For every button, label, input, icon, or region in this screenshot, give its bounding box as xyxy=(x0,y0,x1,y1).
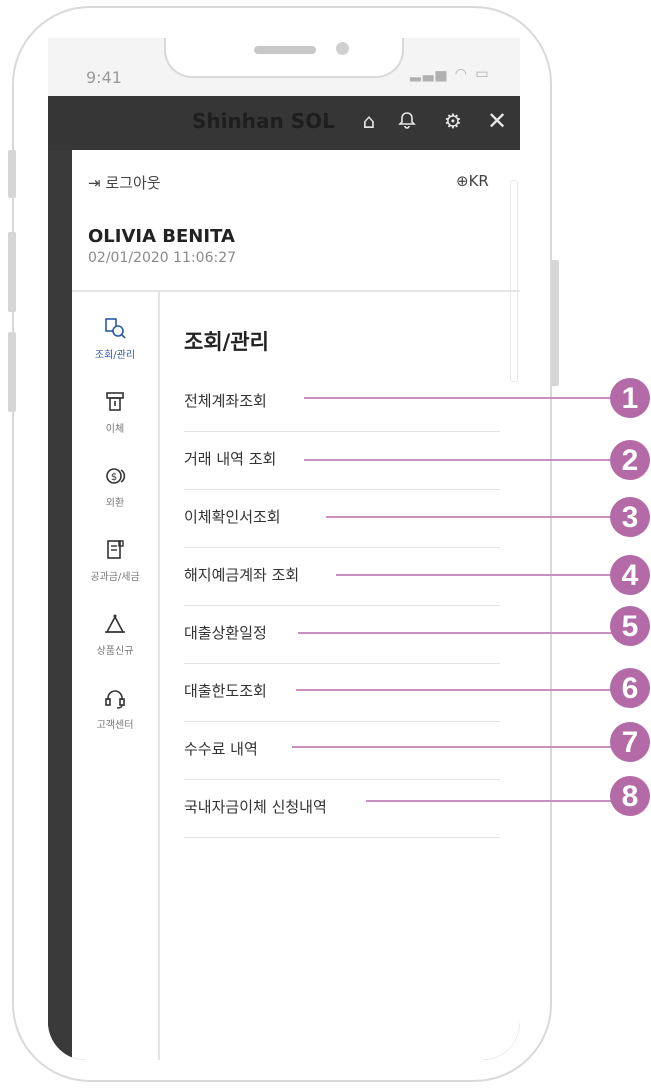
bell-icon[interactable] xyxy=(396,110,418,132)
menu-item-closed-accounts[interactable]: 해지예금계좌 조회 xyxy=(184,548,500,606)
callout-badge: 4 xyxy=(610,555,650,595)
signal-wifi-battery-icon: ▂▃▅ ◠ ▭ xyxy=(410,66,491,82)
callout-line xyxy=(336,574,616,576)
background-overlay xyxy=(48,150,72,1060)
language-label: KR xyxy=(468,172,489,190)
menu-item-label: 대출상환일정 xyxy=(184,624,267,642)
nav-label: 외환 xyxy=(105,498,125,509)
callout-line xyxy=(304,459,616,461)
submenu: 조회/관리 전체계좌조회 거래 내역 조회 이체확인서조회 해지예금계좌 조회 … xyxy=(160,292,520,1060)
nav-label: 이체 xyxy=(105,424,125,435)
callout-line xyxy=(298,632,616,634)
callout-line xyxy=(304,397,616,399)
callout-badge: 1 xyxy=(610,378,650,418)
volume-down-button xyxy=(8,332,16,412)
notch xyxy=(164,38,404,78)
nav-label: 상품신규 xyxy=(96,646,134,657)
headset-icon xyxy=(72,686,158,714)
menu-item-transfer-confirmation[interactable]: 이체확인서조회 xyxy=(184,490,500,548)
callout-line xyxy=(326,516,616,518)
volume-up-button xyxy=(8,232,16,312)
brand-name: Shinhan xyxy=(192,109,284,133)
speaker xyxy=(254,46,316,54)
brand-suffix: SOL xyxy=(290,109,335,133)
callout-badge: 2 xyxy=(610,440,650,480)
nav-label: 조회/관리 xyxy=(94,350,136,361)
nav-item-transfer[interactable]: 이체 xyxy=(72,390,158,435)
menu-item-label: 해지예금계좌 조회 xyxy=(184,566,300,584)
search-doc-icon xyxy=(72,316,158,344)
menu-item-label: 전체계좌조회 xyxy=(184,392,267,410)
nav-item-bills[interactable]: 공과금/세금 xyxy=(72,538,158,583)
phone-screen: 9:41 ▂▃▅ ◠ ▭ Shinhan SOL ⌂ ⚙ ✕ ⇥ 로그아웃 ⊕K… xyxy=(48,38,520,1060)
svg-text:$: $ xyxy=(111,472,117,483)
power-button xyxy=(551,260,559,386)
menu-item-label: 국내자금이체 신청내역 xyxy=(184,798,327,816)
callout-line xyxy=(296,689,616,691)
bag-icon xyxy=(72,612,158,640)
close-icon[interactable]: ✕ xyxy=(486,109,508,133)
callout-badge: 6 xyxy=(610,668,650,708)
menu-item-fee-history[interactable]: 수수료 내역 xyxy=(184,722,500,780)
side-drawer: ⇥ 로그아웃 ⊕KR OLIVIA BENITA 02/01/2020 11:0… xyxy=(72,150,520,1060)
callout-badge: 7 xyxy=(610,722,650,762)
nav-item-products[interactable]: 상품신규 xyxy=(72,612,158,657)
gear-icon[interactable]: ⚙ xyxy=(442,110,464,132)
logout-icon: ⇥ xyxy=(88,174,101,192)
callout-badge: 8 xyxy=(610,776,650,816)
status-bar: 9:41 ▂▃▅ ◠ ▭ xyxy=(48,38,520,96)
menu-item-domestic-transfer-requests[interactable]: 국내자금이체 신청내역 xyxy=(184,780,500,838)
menu-item-loan-schedule[interactable]: 대출상환일정 xyxy=(184,606,500,664)
home-icon[interactable]: ⌂ xyxy=(358,110,380,132)
menu-item-label: 대출한도조회 xyxy=(184,682,267,700)
mute-switch xyxy=(8,150,16,198)
brand-logo: Shinhan SOL xyxy=(192,109,335,133)
logout-label: 로그아웃 xyxy=(105,174,161,192)
menu-item-label: 수수료 내역 xyxy=(184,740,258,758)
bill-icon xyxy=(72,538,158,566)
logout-link[interactable]: ⇥ 로그아웃 xyxy=(88,172,161,193)
menu-item-all-accounts[interactable]: 전체계좌조회 xyxy=(184,374,500,432)
menu-item-transaction-history[interactable]: 거래 내역 조회 xyxy=(184,432,500,490)
transfer-icon xyxy=(72,390,158,418)
nav-label: 고객센터 xyxy=(96,720,134,731)
nav-item-support[interactable]: 고객센터 xyxy=(72,686,158,731)
submenu-title: 조회/관리 xyxy=(184,330,269,354)
category-nav: 조회/관리 이체 $ 외환 공과금/세금 상품신규 고객센터 xyxy=(72,292,160,1060)
menu-item-loan-limit[interactable]: 대출한도조회 xyxy=(184,664,500,722)
callout-badge: 3 xyxy=(610,497,650,537)
app-bar: Shinhan SOL ⌂ ⚙ ✕ xyxy=(48,96,520,150)
callout-line xyxy=(366,800,616,802)
callout-line xyxy=(292,746,616,748)
menu-item-label: 이체확인서조회 xyxy=(184,508,281,526)
language-selector[interactable]: ⊕KR xyxy=(456,172,489,190)
nav-label: 공과금/세금 xyxy=(90,572,140,583)
user-name: OLIVIA BENITA xyxy=(88,226,235,247)
login-time: 02/01/2020 11:06:27 xyxy=(88,250,237,266)
currency-exchange-icon: $ xyxy=(72,464,158,492)
status-time: 9:41 xyxy=(86,68,122,87)
callout-badge: 5 xyxy=(610,606,650,646)
nav-item-inquiry[interactable]: 조회/관리 xyxy=(72,316,158,361)
globe-icon: ⊕ xyxy=(456,172,469,190)
camera xyxy=(336,42,349,55)
nav-item-forex[interactable]: $ 외환 xyxy=(72,464,158,509)
menu-item-label: 거래 내역 조회 xyxy=(184,450,277,468)
